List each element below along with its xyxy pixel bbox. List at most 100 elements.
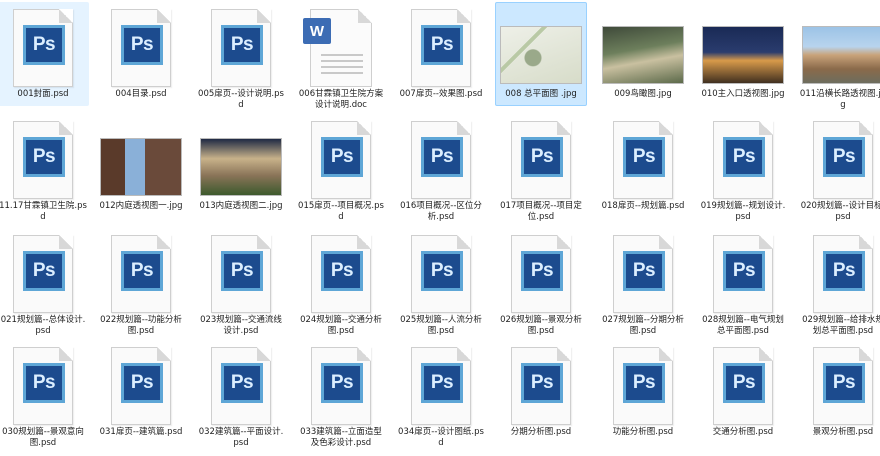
file-name-label: 022规划篇--功能分析图.psd [100, 315, 182, 336]
photoshop-icon: Ps [421, 363, 463, 403]
file-item[interactable]: Ps 032建筑篇--平面设计.psd [195, 340, 287, 448]
file-item[interactable]: Ps 030规划篇--景观意向图.psd [0, 340, 89, 448]
photoshop-icon: Ps [23, 137, 65, 177]
file-item[interactable]: Ps 007扉页--效果图.psd [395, 2, 487, 106]
file-item[interactable]: Ps 029规划篇--给排水规划总平面图.psd [797, 228, 880, 336]
file-name-label: 008 总平面图 .jpg [505, 89, 577, 99]
file-item[interactable]: Ps 019规划篇--规划设计.psd [697, 114, 789, 222]
psd-file-icon: Ps [601, 345, 685, 427]
file-name-label: 032建筑篇--平面设计.psd [198, 427, 284, 448]
psd-file-icon: Ps [199, 7, 283, 89]
psd-file-icon: Ps [499, 345, 583, 427]
file-name-label: 007扉页--效果图.psd [399, 89, 483, 99]
file-name-label: 021规划篇--总体设计.psd [0, 315, 86, 336]
file-grid: Ps 001封面.psd Ps 004目录.psd Ps 005扉页--设计说明.psd W… [0, 0, 880, 456]
file-item[interactable]: 011沿横长路透视图.jpg [797, 2, 880, 110]
image-thumbnail [499, 7, 583, 89]
file-name-label: 025规划篇--人流分析图.psd [400, 315, 482, 336]
file-name-label: 005扉页--设计说明.psd [198, 89, 284, 110]
file-item[interactable]: Ps 026规划篇--景观分析图.psd [495, 228, 587, 336]
file-item[interactable]: Ps 031扉页--建筑篇.psd [95, 340, 187, 444]
file-name-label: 009鸟瞰图.jpg [614, 89, 672, 99]
psd-file-icon: Ps [1, 233, 85, 315]
file-item[interactable]: Ps 005扉页--设计说明.psd [195, 2, 287, 110]
file-name-label: 013内庭透视图二.jpg [199, 201, 283, 211]
photoshop-icon: Ps [823, 137, 865, 177]
psd-file-icon: Ps [299, 233, 383, 315]
file-item[interactable]: 009鸟瞰图.jpg [597, 2, 689, 106]
file-name-label: 020规划篇--设计目标.psd [800, 201, 880, 222]
file-item[interactable]: Ps 018扉页--规划篇.psd [597, 114, 689, 218]
psd-file-icon: Ps [701, 119, 785, 201]
image-preview [100, 138, 182, 196]
psd-file-icon: Ps [601, 233, 685, 315]
file-name-label: 030规划篇--景观意向图.psd [2, 427, 84, 448]
file-name-label: 011沿横长路透视图.jpg [799, 89, 880, 110]
file-name-label: 010主入口透视图.jpg [701, 89, 785, 99]
psd-file-icon: Ps [99, 7, 183, 89]
photoshop-icon: Ps [221, 251, 263, 291]
file-item[interactable]: Ps 023规划篇--交通流线设计.psd [195, 228, 287, 336]
file-item[interactable]: Ps 028规划篇--电气规划总平面图.psd [697, 228, 789, 336]
file-item[interactable]: 012内庭透视图一.jpg [95, 114, 187, 218]
file-item[interactable]: 008 总平面图 .jpg [495, 2, 587, 106]
file-item[interactable]: Ps 004目录.psd [95, 2, 187, 106]
file-item[interactable]: Ps 024规划篇--交通分析图.psd [295, 228, 387, 336]
psd-file-icon: Ps [601, 119, 685, 201]
psd-file-icon: Ps [1, 7, 85, 89]
file-name-label: 景观分析图.psd [812, 427, 874, 437]
photoshop-icon: Ps [121, 251, 163, 291]
file-item[interactable]: Ps 021规划篇--总体设计.psd [0, 228, 89, 336]
file-item[interactable]: 010主入口透视图.jpg [697, 2, 789, 106]
photoshop-icon: Ps [321, 137, 363, 177]
file-item[interactable]: Ps 功能分析图.psd [597, 340, 689, 444]
photoshop-icon: Ps [23, 363, 65, 403]
file-item[interactable]: Ps 017项目概况--项目定位.psd [495, 114, 587, 222]
file-name-label: 004目录.psd [115, 89, 167, 99]
file-item[interactable]: Ps 001封面.psd [0, 2, 89, 106]
image-preview [602, 26, 684, 84]
image-preview [802, 26, 880, 84]
file-item[interactable]: Ps 034扉页--设计图纸.psd [395, 340, 487, 448]
file-item[interactable]: Ps 016项目概况--区位分析.psd [395, 114, 487, 222]
file-name-label: 027规划篇--分期分析图.psd [602, 315, 684, 336]
file-name-label: 017项目概况--项目定位.psd [500, 201, 582, 222]
file-name-label: 024规划篇--交通分析图.psd [300, 315, 382, 336]
file-item[interactable]: Ps 景观分析图.psd [797, 340, 880, 444]
file-item[interactable]: Ps 022规划篇--功能分析图.psd [95, 228, 187, 336]
file-name-label: 019规划篇--规划设计.psd [700, 201, 786, 222]
psd-file-icon: Ps [199, 233, 283, 315]
image-thumbnail [199, 119, 283, 201]
file-item[interactable]: Ps 027规划篇--分期分析图.psd [597, 228, 689, 336]
file-item[interactable]: W 006甘霖镇卫生院方案设计说明.doc [295, 2, 387, 110]
file-name-label: 功能分析图.psd [612, 427, 674, 437]
image-preview [200, 138, 282, 196]
photoshop-icon: Ps [421, 25, 463, 65]
file-item[interactable]: Ps 11.17甘霖镇卫生院.psd [0, 114, 89, 222]
file-item[interactable]: Ps 033建筑篇--立面造型及色彩设计.psd [295, 340, 387, 448]
psd-file-icon: Ps [199, 345, 283, 427]
file-item[interactable]: Ps 015扉页--项目概况.psd [295, 114, 387, 222]
file-name-label: 016项目概况--区位分析.psd [400, 201, 482, 222]
file-item[interactable]: Ps 025规划篇--人流分析图.psd [395, 228, 487, 336]
psd-file-icon: Ps [399, 345, 483, 427]
photoshop-icon: Ps [723, 251, 765, 291]
file-name-label: 028规划篇--电气规划总平面图.psd [702, 315, 784, 336]
file-item[interactable]: Ps 交通分析图.psd [697, 340, 789, 444]
file-name-label: 033建筑篇--立面造型及色彩设计.psd [300, 427, 382, 448]
photoshop-icon: Ps [823, 363, 865, 403]
photoshop-icon: Ps [623, 137, 665, 177]
file-item[interactable]: 013内庭透视图二.jpg [195, 114, 287, 218]
file-name-label: 012内庭透视图一.jpg [99, 201, 183, 211]
file-name-label: 001封面.psd [17, 89, 69, 99]
photoshop-icon: Ps [23, 251, 65, 291]
file-item[interactable]: Ps 分期分析图.psd [495, 340, 587, 444]
file-item[interactable]: Ps 020规划篇--设计目标.psd [797, 114, 880, 222]
photoshop-icon: Ps [521, 363, 563, 403]
psd-file-icon: Ps [1, 119, 85, 201]
photoshop-icon: Ps [121, 25, 163, 65]
file-name-label: 交通分析图.psd [712, 427, 774, 437]
psd-file-icon: Ps [299, 119, 383, 201]
file-name-label: 11.17甘霖镇卫生院.psd [0, 201, 87, 222]
file-name-label: 029规划篇--给排水规划总平面图.psd [802, 315, 880, 336]
